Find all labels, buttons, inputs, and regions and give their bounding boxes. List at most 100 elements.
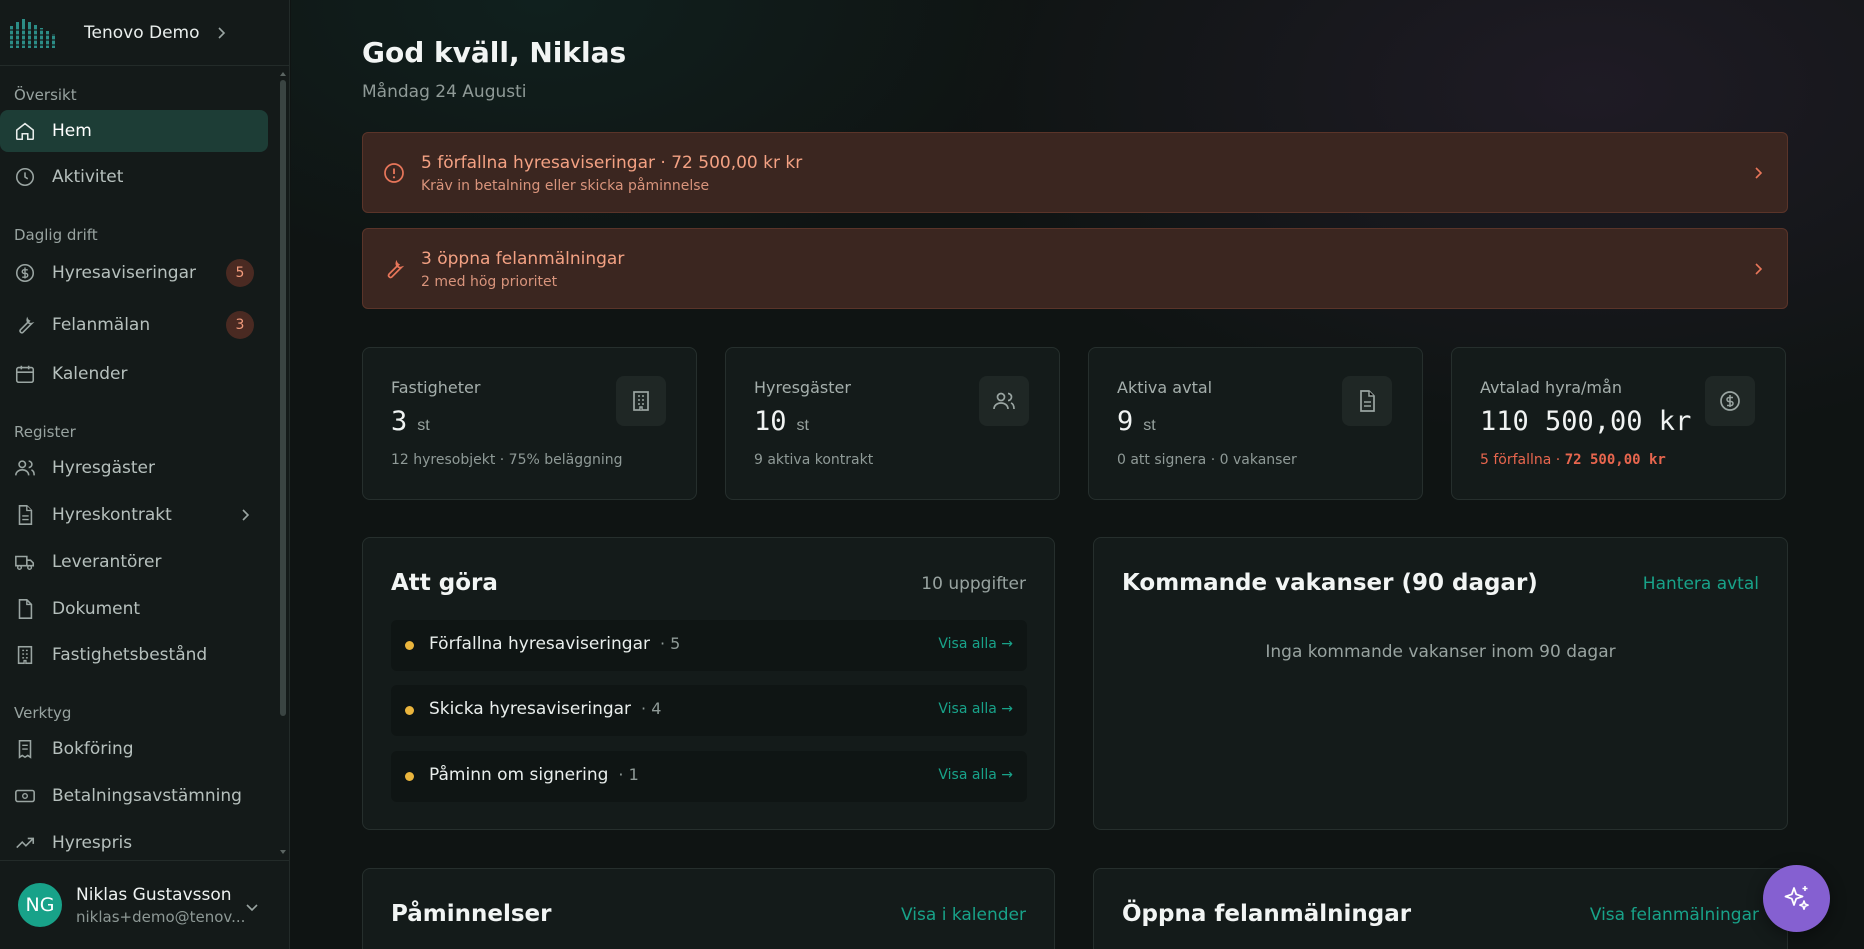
chevron-down-icon — [246, 904, 258, 912]
sidebar-item-leases[interactable]: Hyreskontrakt — [0, 494, 268, 536]
sidebar-item-label: Felanmälan — [52, 315, 151, 335]
alert-title: 5 förfallna hyresaviseringar · 72 500,00… — [421, 153, 803, 173]
user-name: Niklas Gustavsson — [76, 884, 232, 905]
document-icon — [1360, 390, 1375, 412]
sidebar-item-label: Fastighetsbestånd — [52, 645, 208, 665]
manage-leases-link[interactable]: Hantera avtal — [1643, 574, 1759, 594]
sidebar-item-calendar[interactable]: Kalender — [0, 353, 268, 395]
stat-value: 110 500,00 kr — [1480, 406, 1692, 437]
view-all-link[interactable]: Visa alla → — [938, 767, 1013, 783]
stat-note: 12 hyresobjekt · 75% beläggning — [391, 452, 623, 468]
sidebar-item-label: Hem — [52, 121, 92, 141]
sidebar-item-tenants[interactable]: Hyresgäster — [0, 447, 268, 489]
ai-assistant-button[interactable] — [1763, 865, 1830, 932]
trending-up-icon — [16, 837, 35, 849]
sidebar-item-label: Hyresaviseringar — [52, 263, 196, 283]
sidebar-scroll-thumb[interactable] — [280, 80, 286, 716]
sidebar-item-payment-reconciliation[interactable]: Betalningsavstämning — [0, 775, 268, 817]
view-all-link[interactable]: Visa alla → — [938, 636, 1013, 652]
todo-label: Förfallna hyresaviseringar · 5 — [429, 634, 681, 654]
todo-item[interactable]: Förfallna hyresaviseringar · 5 Visa alla … — [391, 620, 1027, 671]
alert-circle-icon — [384, 163, 404, 183]
sidebar-item-label: Hyrespris — [52, 833, 133, 853]
dollar-circle-icon — [15, 263, 35, 283]
user-menu[interactable]: NG Niklas Gustavsson niklas+demo@tenov..… — [0, 860, 290, 949]
sidebar-item-fault-reports[interactable]: Felanmälan 3 — [0, 304, 268, 346]
sidebar-item-home[interactable]: Hem — [0, 110, 268, 152]
sidebar-item-label: Leverantörer — [52, 552, 162, 572]
view-fault-reports-link[interactable]: Visa felanmälningar — [1590, 905, 1759, 925]
stat-note: 5 förfallna · 72 500,00 kr — [1480, 452, 1666, 468]
chevron-right-icon — [1755, 263, 1763, 275]
panel-title: Påminnelser — [391, 901, 552, 927]
user-email: niklas+demo@tenov... — [76, 907, 246, 926]
stat-icon-box — [616, 376, 666, 426]
sidebar-item-bookkeeping[interactable]: Bokföring — [0, 728, 268, 770]
sidebar-item-rent-notices[interactable]: Hyresaviseringar 5 — [0, 252, 268, 294]
sidebar-item-label: Hyreskontrakt — [52, 505, 172, 525]
sidebar-item-label: Kalender — [52, 364, 128, 384]
view-in-calendar-link[interactable]: Visa i kalender — [901, 905, 1026, 925]
chevron-right-icon — [1755, 167, 1763, 179]
sidebar-item-label: Dokument — [52, 599, 141, 619]
alert-title: 3 öppna felanmälningar — [421, 249, 625, 269]
overdue-notices-alert[interactable]: 5 förfallna hyresaviseringar · 72 500,00… — [362, 132, 1788, 213]
org-switcher[interactable]: Tenovo Demo — [0, 0, 289, 66]
sparkles-icon — [1784, 885, 1809, 910]
chevron-right-icon — [242, 509, 250, 521]
main-content: God kväll, Niklas Måndag 24 Augusti 5 fö… — [291, 0, 1864, 949]
stat-value: 10st — [754, 406, 809, 437]
dollar-circle-icon — [1720, 391, 1740, 411]
section-tools: Verktyg — [14, 704, 72, 722]
view-all-link[interactable]: Visa alla → — [938, 701, 1013, 717]
status-dot — [405, 641, 414, 650]
stat-label: Avtalad hyra/mån — [1480, 378, 1622, 397]
todo-item[interactable]: Påminn om signering · 1 Visa alla → — [391, 751, 1027, 802]
stat-label: Fastigheter — [391, 378, 481, 397]
task-count: 10 uppgifter — [921, 574, 1026, 594]
stat-card-agreed-rent[interactable]: Avtalad hyra/mån 110 500,00 kr 5 förfall… — [1451, 347, 1786, 500]
vacancies-panel: Kommande vakanser (90 dagar) Hantera avt… — [1093, 537, 1788, 830]
chevron-right-icon — [217, 26, 225, 39]
count-badge: 5 — [226, 259, 254, 287]
sidebar-item-label: Betalningsavstämning — [52, 786, 242, 806]
todo-item[interactable]: Skicka hyresaviseringar · 4 Visa alla → — [391, 685, 1027, 736]
stat-label: Hyresgäster — [754, 378, 851, 397]
clock-icon — [15, 167, 35, 187]
stat-card-tenants[interactable]: Hyresgäster 10st 9 aktiva kontrakt — [725, 347, 1060, 500]
stat-icon-box — [1342, 376, 1392, 426]
avatar: NG — [18, 883, 62, 927]
file-icon — [18, 599, 33, 619]
open-faults-panel: Öppna felanmälningar Visa felanmälningar — [1093, 868, 1788, 949]
section-register: Register — [14, 423, 76, 441]
sidebar-item-documents[interactable]: Dokument — [0, 588, 268, 630]
section-overview: Översikt — [14, 86, 77, 104]
sidebar-item-label: Aktivitet — [52, 167, 124, 187]
stat-value: 9st — [1117, 406, 1156, 437]
stat-note: 9 aktiva kontrakt — [754, 452, 874, 468]
wrench-icon — [387, 259, 405, 279]
stat-card-active-leases[interactable]: Aktiva avtal 9st 0 att signera · 0 vakan… — [1088, 347, 1423, 500]
calendar-icon — [15, 365, 35, 384]
alert-subtitle: Kräv in betalning eller skicka påminnels… — [421, 178, 710, 194]
sidebar-item-activity[interactable]: Aktivitet — [0, 156, 268, 198]
stat-label: Aktiva avtal — [1117, 378, 1213, 397]
receipt-icon — [18, 739, 32, 759]
users-icon — [993, 392, 1015, 410]
alert-subtitle: 2 med hög prioritet — [421, 274, 558, 290]
sidebar-item-rent-price[interactable]: Hyrespris — [0, 822, 268, 860]
status-dot — [405, 706, 414, 715]
stat-card-properties[interactable]: Fastigheter 3st 12 hyresobjekt · 75% bel… — [362, 347, 697, 500]
stat-note: 0 att signera · 0 vakanser — [1117, 452, 1297, 468]
sidebar-item-properties[interactable]: Fastighetsbestånd — [0, 634, 268, 676]
status-dot — [405, 772, 414, 781]
scroll-up-icon[interactable] — [279, 70, 287, 78]
scroll-down-icon[interactable] — [279, 848, 287, 856]
document-icon — [18, 505, 33, 525]
sidebar-item-suppliers[interactable]: Leverantörer — [0, 541, 268, 583]
users-icon — [15, 460, 35, 476]
home-icon — [15, 122, 35, 141]
org-name: Tenovo Demo — [84, 22, 200, 43]
building-icon — [633, 391, 649, 411]
open-faults-alert[interactable]: 3 öppna felanmälningar 2 med hög priorit… — [362, 228, 1788, 309]
